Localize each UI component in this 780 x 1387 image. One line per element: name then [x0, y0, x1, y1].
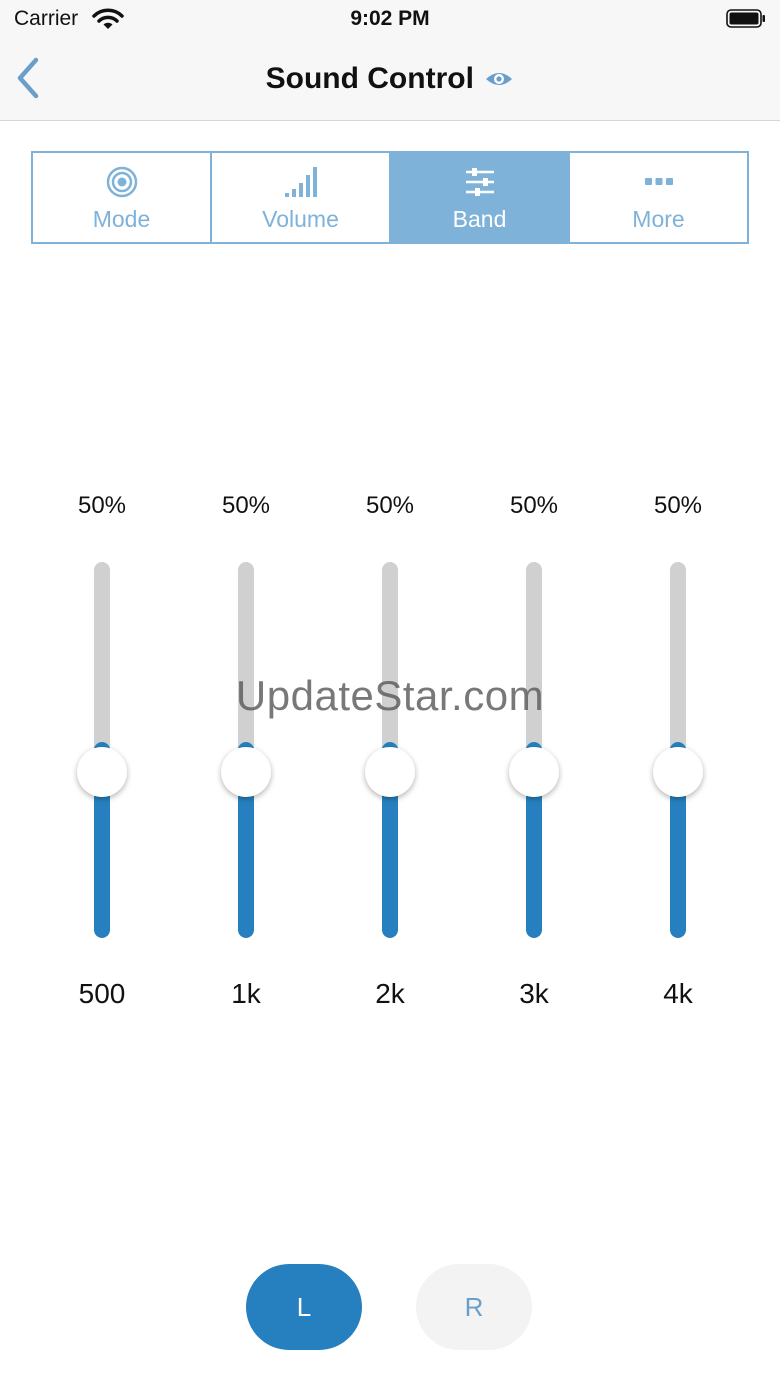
- band-1k: 50% 1k: [174, 490, 318, 1020]
- band-slider-knob[interactable]: [509, 747, 559, 797]
- band-percent: 50%: [509, 492, 559, 519]
- title-group: Sound Control: [0, 62, 780, 96]
- eye-icon[interactable]: [484, 68, 514, 90]
- target-icon: [106, 166, 137, 198]
- band-frequency: 500: [78, 978, 126, 1009]
- band-slider-knob[interactable]: [365, 747, 415, 797]
- status-bar: Carrier 9:02 PM: [0, 0, 780, 40]
- battery-icon: [726, 9, 765, 28]
- tab-mode[interactable]: Mode: [33, 153, 212, 242]
- tab-mode-label: Mode: [92, 206, 151, 232]
- band-frequency: 4k: [663, 978, 693, 1009]
- left-channel-button[interactable]: L: [246, 1264, 362, 1350]
- band-frequency: 2k: [375, 978, 405, 1009]
- tab-more[interactable]: More: [570, 153, 747, 242]
- band-3k: 50% 3k: [462, 490, 606, 1020]
- tab-more-label: More: [632, 206, 685, 232]
- tab-band[interactable]: Band: [391, 153, 570, 242]
- tab-volume-label: Volume: [262, 206, 339, 232]
- page-title: Sound Control: [265, 62, 474, 95]
- band-slider-knob[interactable]: [77, 747, 127, 797]
- sliders-icon: [465, 168, 494, 196]
- band-percent: 50%: [77, 492, 127, 519]
- band-frequency: 3k: [519, 978, 549, 1009]
- band-slider-knob[interactable]: [653, 747, 703, 797]
- band-500: 50% 500: [30, 490, 174, 1020]
- watermark-text: UpdateStar.com: [235, 672, 545, 719]
- band-frequency: 1k: [231, 978, 261, 1009]
- navigation-bar: Sound Control: [0, 40, 780, 120]
- band-percent: 50%: [653, 492, 703, 519]
- status-time: 9:02 PM: [350, 7, 430, 30]
- right-channel-button[interactable]: R: [416, 1264, 532, 1350]
- band-percent: 50%: [365, 492, 415, 519]
- segmented-control: Mode Volume Band More: [31, 151, 749, 244]
- signal-bars-icon: [284, 167, 317, 197]
- band-4k: 50% 4k: [606, 490, 750, 1020]
- more-dots-icon: [644, 178, 673, 185]
- tab-band-label: Band: [452, 206, 507, 232]
- tab-volume[interactable]: Volume: [212, 153, 391, 242]
- band-slider-knob[interactable]: [221, 747, 271, 797]
- band-2k: 50% 2k: [318, 490, 462, 1020]
- band-percent: 50%: [221, 492, 271, 519]
- top-bar: Carrier 9:02 PM Sound Control: [0, 0, 780, 121]
